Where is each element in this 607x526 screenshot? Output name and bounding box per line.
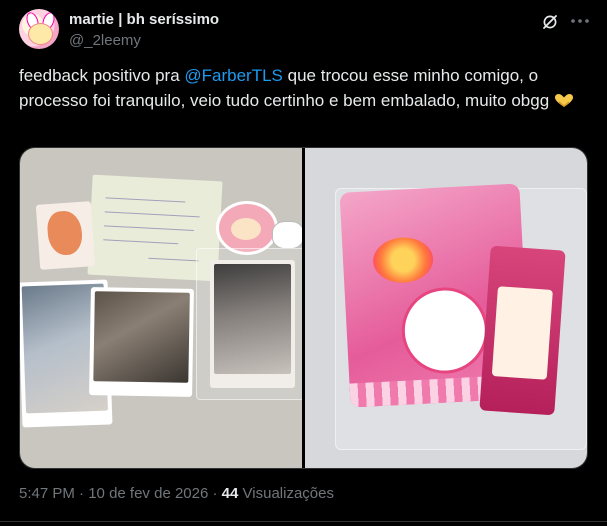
- photocard-image: [93, 291, 190, 383]
- note-line: [103, 239, 179, 245]
- tweet-text: feedback positivo pra @FarberTLS que tro…: [19, 63, 594, 113]
- views-label: Visualizações: [242, 485, 334, 502]
- media-photo-2[interactable]: [305, 148, 587, 468]
- tweet-meta: 5:47 PM · 10 de fev de 2026 · 44 Visuali…: [19, 485, 334, 502]
- sticker: [272, 221, 302, 249]
- more-icon[interactable]: [569, 11, 591, 31]
- author-display-name[interactable]: martie | bh seríssimo: [69, 11, 219, 28]
- tweet-text-before: feedback positivo pra: [19, 66, 185, 85]
- meta-separator: ·: [212, 485, 218, 502]
- note-line: [148, 257, 199, 262]
- sticker-art: [231, 218, 261, 240]
- gummy-candy: [371, 236, 435, 285]
- photocard: [210, 260, 295, 388]
- note-line: [105, 197, 186, 203]
- meta-separator: ·: [79, 485, 85, 502]
- media-photo-1[interactable]: [20, 148, 302, 468]
- character-print: [399, 285, 491, 376]
- heart-hands-icon: [554, 94, 573, 107]
- sticker-art: [46, 209, 84, 257]
- divider: [0, 521, 607, 522]
- media-grid: [19, 147, 588, 469]
- tweet-date[interactable]: 10 de fev de 2026: [88, 485, 208, 502]
- tweet-time[interactable]: 5:47 PM: [19, 485, 75, 502]
- photocard: [89, 287, 194, 397]
- tweet: martie | bh seríssimo @_2leemy feedback …: [0, 0, 607, 526]
- note-line: [104, 211, 200, 218]
- avatar-face: [28, 23, 53, 45]
- sticker: [35, 201, 96, 270]
- photocard-image: [214, 264, 291, 374]
- grok-icon[interactable]: [541, 13, 559, 31]
- candy-package: [479, 245, 566, 416]
- sticker: [216, 201, 278, 255]
- note-line: [104, 225, 194, 232]
- package-label: [491, 286, 553, 380]
- avatar[interactable]: [19, 9, 59, 49]
- views-count: 44: [221, 485, 239, 502]
- author-handle[interactable]: @_2leemy: [69, 32, 141, 49]
- mention-link[interactable]: @FarberTLS: [184, 66, 283, 85]
